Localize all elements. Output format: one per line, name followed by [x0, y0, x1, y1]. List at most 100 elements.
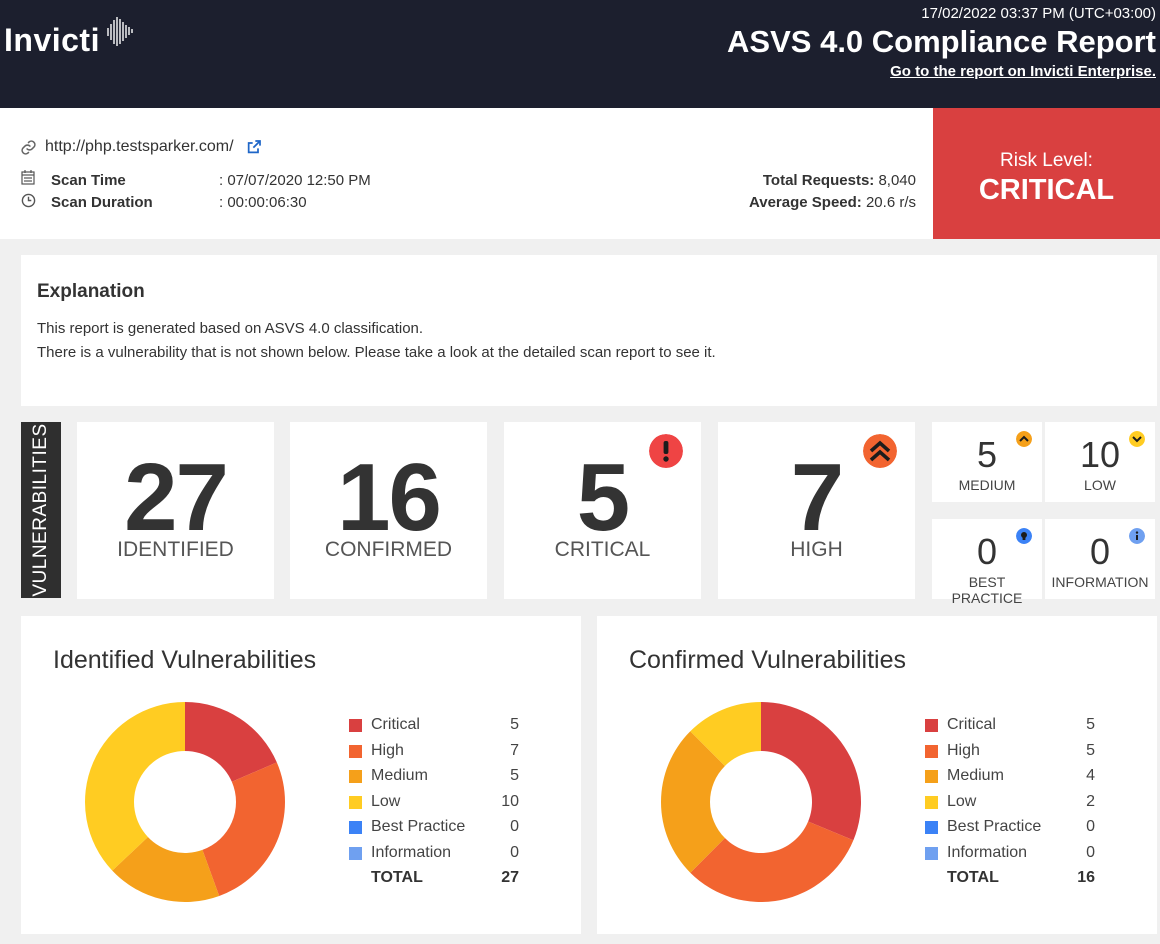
- total-requests-label: Total Requests:: [762, 172, 875, 189]
- legend-label: High: [371, 741, 404, 759]
- legend-total-value: 16: [1077, 869, 1095, 886]
- high-card: 7 HIGH: [718, 422, 915, 599]
- low-label: LOW: [1084, 477, 1116, 493]
- scan-duration-label: Scan Duration: [51, 194, 153, 211]
- legend-label: Best Practice: [371, 818, 466, 835]
- legend-item-medium: Medium 4: [925, 767, 1095, 793]
- legend-value: 7: [510, 741, 519, 759]
- legend-value: 2: [1086, 792, 1095, 810]
- legend-total-label: TOTAL: [371, 869, 423, 886]
- identified-donut-chart: [85, 702, 285, 902]
- confirmed-label: CONFIRMED: [324, 538, 453, 561]
- legend-label: Low: [947, 792, 977, 810]
- confirmed-chart-card: Confirmed Vulnerabilities Critical 5 High 5…: [597, 616, 1157, 934]
- legend-value: 5: [510, 716, 519, 733]
- legend-swatch: [925, 770, 938, 783]
- low-card: 10 LOW: [1045, 422, 1155, 502]
- information-card: 0 INFORMATION: [1045, 519, 1155, 599]
- invicti-logo: Invicti: [4, 22, 100, 58]
- legend-item-critical: Critical 5: [349, 716, 519, 742]
- legend-swatch: [925, 719, 938, 732]
- risk-level-box: Risk Level: CRITICAL: [933, 108, 1160, 239]
- legend-swatch: [349, 719, 362, 732]
- identified-card: 27 IDENTIFIED: [77, 422, 274, 599]
- vulnerabilities-tab: VULNERABILITIES: [21, 422, 61, 598]
- identified-legend: Critical 5 High 7 Medium 5 Low 10 Best Practice 0…: [349, 716, 519, 895]
- explanation-line-1: This report is generated based on ASVS 4…: [37, 320, 424, 337]
- confirmed-chart-title: Confirmed Vulnerabilities: [629, 646, 906, 674]
- slice-low: [85, 702, 185, 871]
- legend-item-best-practice: Best Practice 0: [349, 818, 519, 844]
- explanation-panel: Explanation This report is generated bas…: [21, 255, 1157, 406]
- information-label: INFORMATION: [1051, 574, 1149, 590]
- identified-label: IDENTIFIED: [117, 538, 234, 561]
- explanation-line-2: There is a vulnerability that is not sho…: [37, 344, 716, 361]
- legend-swatch: [925, 846, 938, 860]
- external-link-icon[interactable]: [246, 139, 262, 155]
- legend-label: Critical: [371, 716, 420, 733]
- legend-label: Information: [371, 843, 452, 861]
- best-practice-card: 0 BEST PRACTICE: [932, 519, 1042, 606]
- explanation-heading: Explanation: [37, 281, 145, 302]
- legend-total-row: TOTAL 16: [925, 869, 1095, 895]
- critical-label: CRITICAL: [554, 538, 651, 561]
- enterprise-report-link[interactable]: Go to the report on Invicti Enterprise.: [890, 63, 1156, 80]
- legend-item-high: High 7: [349, 742, 519, 768]
- legend-value: 0: [510, 843, 519, 861]
- confirmed-donut-chart: [661, 702, 861, 902]
- legend-value: 0: [510, 818, 519, 835]
- average-speed-label: Average Speed:: [748, 194, 862, 211]
- legend-total-row: TOTAL 27: [349, 869, 519, 895]
- legend-label: Critical: [947, 716, 996, 733]
- page-title: ASVS 4.0 Compliance Report: [727, 24, 1156, 59]
- legend-swatch: [349, 770, 362, 783]
- legend-item-high: High 5: [925, 742, 1095, 768]
- legend-label: Best Practice: [947, 818, 1042, 835]
- medium-count: 5: [976, 434, 998, 475]
- legend-label: Information: [947, 843, 1028, 861]
- legend-swatch: [925, 795, 938, 809]
- risk-level-value: CRITICAL: [978, 174, 1115, 206]
- report-datetime: 17/02/2022 03:37 PM (UTC+03:00): [921, 5, 1156, 22]
- legend-value: 5: [1086, 716, 1095, 733]
- legend-value: 10: [501, 792, 519, 810]
- legend-label: Medium: [371, 767, 428, 784]
- information-count: 0: [1089, 531, 1111, 572]
- low-count: 10: [1079, 434, 1121, 475]
- best-practice-count: 0: [976, 531, 998, 572]
- legend-swatch: [925, 744, 938, 758]
- legend-swatch: [349, 846, 362, 860]
- critical-card: 5 CRITICAL: [504, 422, 701, 599]
- identified-chart-title: Identified Vulnerabilities: [53, 646, 317, 674]
- legend-item-critical: Critical 5: [925, 716, 1095, 742]
- legend-item-low: Low 2: [925, 793, 1095, 819]
- legend-item-information: Information 0: [925, 844, 1095, 870]
- target-url[interactable]: http://php.testsparker.com/: [45, 138, 234, 156]
- total-requests-value: 8,040: [878, 172, 916, 189]
- high-count: 7: [790, 444, 844, 551]
- identified-chart-card: Identified Vulnerabilities Critical 5 High…: [21, 616, 581, 934]
- legend-item-best-practice: Best Practice 0: [925, 818, 1095, 844]
- high-label: HIGH: [790, 538, 843, 561]
- vulnerabilities-tab-label: VULNERABILITIES: [30, 423, 51, 597]
- best-practice-label: BEST PRACTICE: [951, 574, 1023, 606]
- legend-item-information: Information 0: [349, 844, 519, 870]
- legend-label: Medium: [947, 767, 1004, 784]
- legend-item-medium: Medium 5: [349, 767, 519, 793]
- legend-value: 5: [510, 767, 519, 784]
- legend-swatch: [349, 795, 362, 809]
- scan-duration-value: : 00:00:06:30: [219, 194, 307, 211]
- slice-critical: [761, 702, 861, 841]
- legend-value: 0: [1086, 843, 1095, 861]
- identified-count: 27: [124, 444, 229, 551]
- legend-value: 5: [1086, 741, 1095, 759]
- scan-time-value: : 07/07/2020 12:50 PM: [219, 172, 371, 189]
- medium-label: MEDIUM: [958, 477, 1016, 493]
- legend-total-value: 27: [501, 869, 519, 886]
- legend-value: 4: [1086, 767, 1095, 784]
- legend-label: Low: [371, 792, 401, 810]
- average-speed: Average Speed: 20.6 r/s: [749, 194, 916, 211]
- logo-bars-icon: [107, 17, 133, 46]
- average-speed-value: 20.6 r/s: [865, 194, 916, 211]
- legend-label: High: [947, 741, 980, 759]
